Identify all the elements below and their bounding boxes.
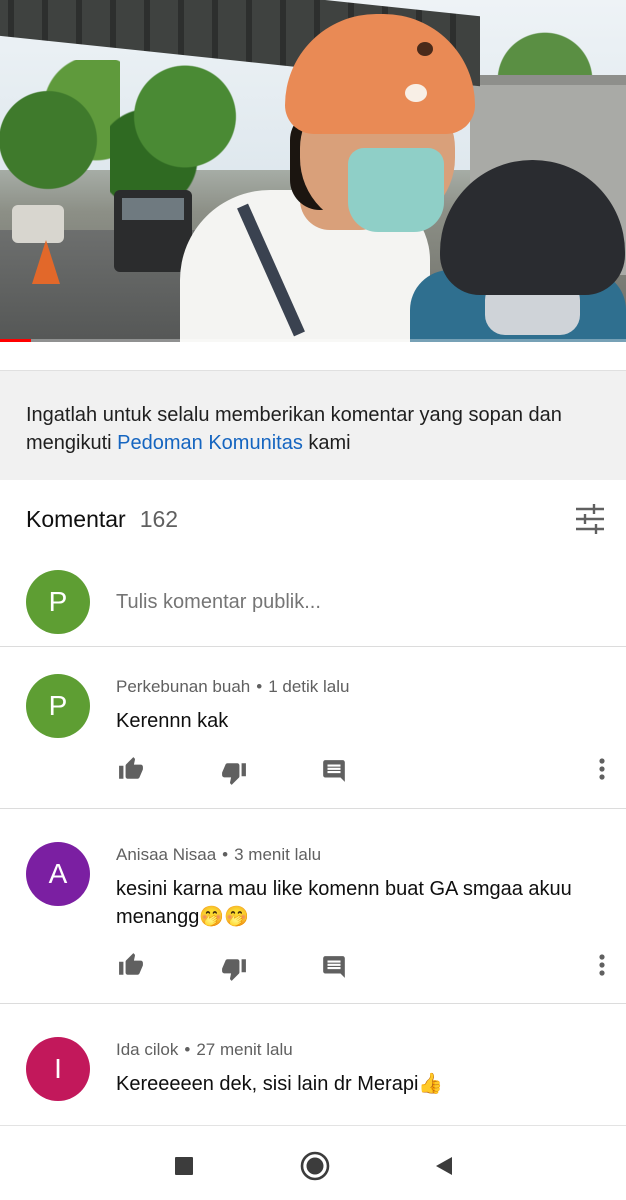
comment-time: 27 menit lalu [196,1040,293,1059]
video-frame-traffic-cone [32,240,60,284]
comment-meta: Ida cilok • 27 menit lalu [116,1040,293,1059]
comment-item: P Perkebunan buah • 1 detik lalu Kerennn k… [26,674,616,785]
circle-icon[interactable] [295,1146,335,1186]
triangle-back-icon[interactable] [424,1146,464,1186]
comment-body: Ida cilok • 27 menit lalu Kereeeeen dek, s… [116,1037,606,1098]
avatar[interactable]: P [26,674,90,738]
avatar[interactable]: I [26,1037,90,1101]
comment-meta: Anisaa Nisaa • 3 menit lalu [116,845,322,864]
reply-icon[interactable] [319,952,349,982]
sort-filter-icon[interactable] [574,503,606,535]
thumb-down-icon[interactable] [219,758,249,788]
divider [0,1003,626,1004]
thumb-up-icon[interactable] [116,950,146,980]
comment-text: Kereeeeen dek, sisi lain dr Merapi👍 [116,1073,444,1095]
comment-meta: Perkebunan buah • 1 detik lalu [116,677,350,696]
divider [0,646,626,647]
comment-body: Perkebunan buah • 1 detik lalu Kerennn kak [116,674,606,735]
video-progress-played [0,339,32,342]
comment-time: 1 detik lalu [268,677,350,696]
notice-text-end: kami [302,432,351,454]
comment-item: A Anisaa Nisaa • 3 menit lalu kesini karna… [26,842,616,982]
video-frame-face-mask [348,148,444,232]
reply-icon[interactable] [319,756,349,786]
comment-body: Anisaa Nisaa • 3 menit lalu kesini karna m… [116,842,606,931]
square-icon[interactable] [164,1146,204,1186]
comment-item: I Ida cilok • 27 menit lalu Kereeeeen dek,… [26,1037,616,1122]
add-comment-row[interactable]: P Tulis komentar publik... [26,570,606,634]
more-vert-icon[interactable] [592,950,612,980]
comment-actions [116,950,616,984]
comment-time: 3 menit lalu [234,845,322,864]
system-navigation-bar [0,1125,626,1200]
video-progress-bar[interactable] [0,339,626,342]
video-frame-trees [0,60,120,220]
community-guidelines-link[interactable]: Pedoman Komunitas [117,432,303,454]
community-guidelines-notice: Ingatlah untuk selalu memberikan komenta… [0,370,626,480]
comments-title: Komentar [26,505,126,532]
thumb-up-icon[interactable] [116,754,146,784]
comment-author[interactable]: Ida cilok [116,1040,178,1059]
avatar: P [26,570,90,634]
video-frame-trees [110,40,260,210]
avatar[interactable]: A [26,842,90,906]
divider [0,808,626,809]
comments-count: 162 [139,505,179,532]
comment-text: Kerennn kak [116,710,229,732]
thumb-down-icon[interactable] [219,954,249,984]
more-vert-icon[interactable] [592,754,612,784]
comments-header: Komentar 162 [26,503,606,535]
add-comment-input[interactable]: Tulis komentar publik... [116,591,321,614]
video-player[interactable] [0,0,626,342]
video-frame-car [12,205,64,243]
comment-author[interactable]: Perkebunan buah [116,677,250,696]
comment-actions [116,754,616,788]
comment-author[interactable]: Anisaa Nisaa [116,845,216,864]
video-frame-jeep [114,190,192,272]
comment-text: kesini karna mau like komenn buat GA smg… [116,878,572,928]
